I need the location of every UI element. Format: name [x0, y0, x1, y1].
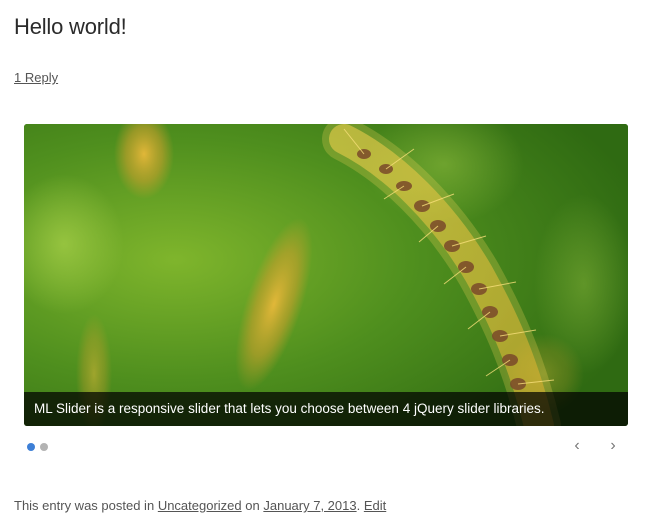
slide-caption-bar: ML Slider is a responsive slider that le…: [24, 392, 628, 426]
slide-dot-2[interactable]: [40, 443, 48, 451]
image-slider[interactable]: ML Slider is a responsive slider that le…: [24, 124, 628, 426]
slide-image: [24, 124, 628, 426]
category-link[interactable]: Uncategorized: [158, 498, 242, 513]
date-link[interactable]: January 7, 2013: [263, 498, 356, 513]
meta-separator: .: [356, 498, 361, 513]
post-page: Hello world! 1 Reply ML Slider is a resp…: [0, 0, 657, 528]
chevron-left-icon[interactable]: ‹: [569, 437, 585, 455]
entry-meta: This entry was posted in Uncategorized o…: [14, 498, 386, 513]
meta-on-text: on: [245, 498, 260, 513]
post-title: Hello world!: [14, 14, 127, 39]
meta-prefix: This entry was posted in: [14, 498, 155, 513]
reply-link[interactable]: 1 Reply: [14, 70, 58, 85]
slide-dot-1[interactable]: [27, 443, 35, 451]
slide-caption: ML Slider is a responsive slider that le…: [34, 401, 545, 416]
edit-link[interactable]: Edit: [364, 498, 386, 513]
chevron-right-icon[interactable]: ›: [605, 437, 621, 455]
